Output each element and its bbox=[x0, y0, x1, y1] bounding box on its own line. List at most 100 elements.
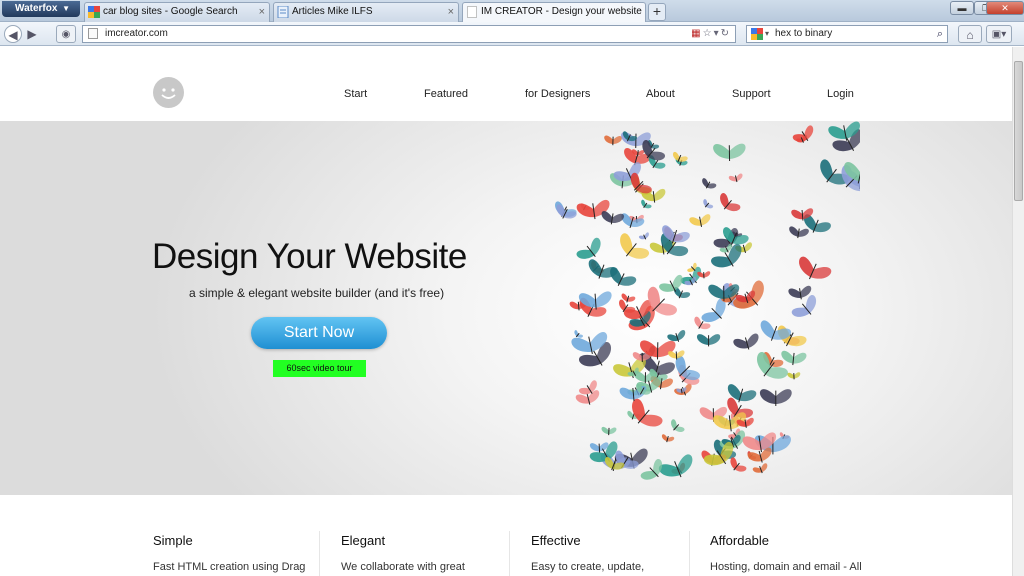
butterfly bbox=[689, 214, 711, 227]
feature-text: Hosting, domain and email - All bbox=[710, 561, 862, 573]
reload-icon[interactable]: ↻ bbox=[721, 28, 731, 39]
butterfly bbox=[713, 143, 746, 162]
hero-title: Design Your Website bbox=[152, 237, 467, 276]
divider bbox=[689, 531, 690, 576]
divider bbox=[319, 531, 320, 576]
butterfly bbox=[791, 295, 817, 317]
butterfly bbox=[671, 419, 685, 432]
page-viewport: Start Featured for Designers About Suppo… bbox=[0, 47, 1012, 576]
navigation-toolbar: ◀ ▶ ◉ imcreator.com ▦☆▾↻ ▾ hex to binary… bbox=[0, 22, 1024, 46]
google-icon bbox=[88, 6, 100, 18]
feature-affordable: Affordable Hosting, domain and email - A… bbox=[710, 533, 862, 573]
smiley-logo-icon bbox=[161, 88, 176, 99]
nav-about[interactable]: About bbox=[646, 88, 675, 100]
tab-articles[interactable]: Articles Mike ILFS × bbox=[273, 2, 459, 22]
divider bbox=[509, 531, 510, 576]
minimize-button[interactable]: ▬ bbox=[950, 1, 974, 15]
feature-text: Easy to create, update, bbox=[531, 561, 645, 573]
hero-subtitle: a simple & elegant website builder (and … bbox=[189, 286, 445, 300]
butterfly bbox=[781, 350, 807, 366]
chevron-down-icon[interactable]: ▾ bbox=[765, 26, 769, 42]
home-button[interactable]: ⌂ bbox=[958, 25, 982, 43]
butterfly bbox=[641, 199, 652, 209]
chevron-down-icon: ▼ bbox=[62, 4, 70, 13]
url-bar-actions: ▦☆▾↻ bbox=[691, 26, 731, 42]
flag-icon: ▦ bbox=[691, 28, 703, 39]
feature-effective: Effective Easy to create, update, bbox=[531, 533, 644, 573]
feature-elegant: Elegant We collaborate with great bbox=[341, 533, 465, 573]
tab-imcreator[interactable]: IM CREATOR - Design your website bbox=[462, 2, 646, 23]
page-scrollbar[interactable] bbox=[1012, 47, 1024, 576]
butterfly bbox=[752, 463, 768, 474]
new-tab-button[interactable]: + bbox=[648, 3, 666, 21]
app-menu-button[interactable]: Waterfox ▼ bbox=[2, 1, 80, 17]
butterfly bbox=[556, 204, 577, 219]
page-icon bbox=[277, 6, 289, 18]
video-tour-link[interactable]: 60sec video tour bbox=[273, 360, 366, 377]
home-icon: ⌂ bbox=[966, 28, 974, 42]
hero-section: Design Your Website a simple & elegant w… bbox=[0, 121, 1012, 495]
butterfly bbox=[639, 232, 649, 240]
back-button[interactable]: ◀ bbox=[4, 25, 22, 43]
close-icon[interactable]: × bbox=[259, 3, 265, 21]
star-icon[interactable]: ☆ bbox=[703, 28, 714, 39]
butterfly bbox=[789, 226, 809, 239]
feature-title: Affordable bbox=[710, 533, 770, 548]
butterflies-illustration bbox=[555, 121, 860, 480]
close-icon[interactable]: × bbox=[448, 3, 454, 21]
start-now-button[interactable]: Start Now bbox=[251, 317, 387, 349]
page-icon bbox=[88, 28, 98, 39]
features-section: Simple Fast HTML creation using Drag Ele… bbox=[0, 495, 1012, 576]
addon-button[interactable]: ▣▾ bbox=[986, 25, 1012, 43]
app-menu-label: Waterfox bbox=[15, 3, 58, 14]
feature-title: Effective bbox=[531, 533, 581, 548]
globe-icon: ◉ bbox=[61, 29, 71, 40]
feature-title: Simple bbox=[153, 533, 193, 548]
butterfly bbox=[730, 457, 747, 472]
nav-featured[interactable]: Featured bbox=[424, 88, 468, 100]
extension-icon: ▣▾ bbox=[991, 29, 1007, 40]
blank-page-icon bbox=[467, 6, 477, 18]
url-text: imcreator.com bbox=[105, 28, 168, 39]
tab-title: car blog sites - Google Search bbox=[103, 6, 238, 17]
google-icon[interactable] bbox=[751, 28, 763, 40]
search-icon[interactable]: ⌕ bbox=[937, 26, 943, 42]
nav-for-designers[interactable]: for Designers bbox=[525, 88, 590, 100]
butterfly bbox=[601, 426, 617, 436]
tab-title: IM CREATOR - Design your website bbox=[481, 6, 642, 17]
butterfly bbox=[601, 211, 625, 225]
search-query: hex to binary bbox=[775, 28, 833, 39]
butterfly bbox=[658, 454, 693, 478]
chevron-down-icon[interactable]: ▾ bbox=[714, 28, 721, 39]
feature-simple: Simple Fast HTML creation using Drag bbox=[153, 533, 305, 573]
tab-google-search[interactable]: car blog sites - Google Search × bbox=[84, 2, 270, 22]
butterfly bbox=[604, 135, 622, 146]
close-window-button[interactable]: ✕ bbox=[986, 1, 1024, 15]
feature-title: Elegant bbox=[341, 533, 386, 548]
nav-start[interactable]: Start bbox=[344, 88, 367, 100]
feature-text: Fast HTML creation using Drag bbox=[153, 561, 306, 573]
butterfly bbox=[759, 389, 792, 406]
nav-login[interactable]: Login bbox=[827, 88, 854, 100]
scrollbar-thumb[interactable] bbox=[1014, 61, 1023, 201]
arrow-left-icon: ◀ bbox=[8, 28, 18, 42]
site-logo[interactable] bbox=[153, 77, 184, 108]
tab-bar: Waterfox ▼ car blog sites - Google Searc… bbox=[0, 0, 1024, 23]
butterfly bbox=[787, 372, 801, 380]
url-bar[interactable]: imcreator.com ▦☆▾↻ bbox=[82, 25, 736, 43]
butterfly bbox=[696, 334, 721, 347]
forward-button[interactable]: ▶ bbox=[24, 25, 40, 43]
butterfly bbox=[720, 192, 741, 212]
feature-text: We collaborate with great bbox=[341, 561, 465, 573]
nav-support[interactable]: Support bbox=[732, 88, 771, 100]
site-identity-button[interactable]: ◉ bbox=[56, 25, 76, 43]
search-bar[interactable]: ▾ hex to binary ⌕ bbox=[746, 25, 948, 43]
butterfly bbox=[588, 259, 618, 279]
butterfly bbox=[661, 434, 675, 443]
arrow-right-icon: ▶ bbox=[27, 27, 37, 41]
tab-title: Articles Mike ILFS bbox=[292, 6, 373, 17]
butterfly bbox=[728, 173, 743, 183]
butterfly bbox=[733, 333, 759, 350]
butterfly bbox=[703, 199, 714, 209]
butterfly bbox=[702, 178, 717, 189]
